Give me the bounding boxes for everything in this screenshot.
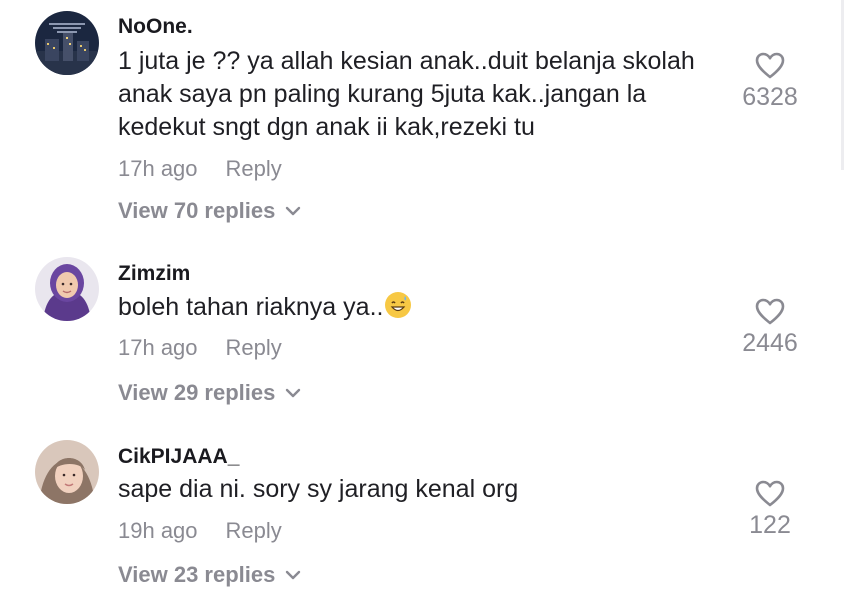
view-replies-button[interactable]: View 70 replies bbox=[118, 198, 301, 224]
selfie-woman-avatar-icon bbox=[35, 440, 99, 504]
comment-text-content: boleh tahan riaknya ya.. bbox=[118, 293, 384, 321]
comment-meta: 17h ago Reply bbox=[118, 335, 282, 361]
like-count: 122 bbox=[749, 511, 791, 539]
view-replies-label: View 70 replies bbox=[118, 198, 276, 223]
timestamp: 17h ago bbox=[118, 156, 198, 181]
chevron-down-icon bbox=[286, 388, 301, 398]
like-count: 6328 bbox=[742, 83, 798, 111]
chevron-down-icon bbox=[286, 570, 301, 580]
username[interactable]: NoOne. bbox=[118, 15, 193, 39]
comment-text: boleh tahan riaknya ya.. bbox=[118, 291, 723, 324]
timestamp: 17h ago bbox=[118, 335, 198, 360]
city-skyline-avatar-icon bbox=[35, 11, 99, 75]
view-replies-label: View 29 replies bbox=[118, 380, 276, 405]
reply-button[interactable]: Reply bbox=[226, 335, 282, 360]
comment-text: 1 juta je ?? ya allah kesian anak..duit … bbox=[118, 47, 695, 141]
avatar[interactable] bbox=[35, 257, 99, 321]
like-button[interactable]: 6328 bbox=[730, 52, 810, 112]
timestamp: 19h ago bbox=[118, 518, 198, 543]
grinning-sweat-emoji-icon bbox=[385, 292, 412, 318]
reply-button[interactable]: Reply bbox=[226, 156, 282, 181]
username[interactable]: Zimzim bbox=[118, 262, 190, 286]
like-button[interactable]: 122 bbox=[730, 480, 810, 540]
comment-text: sape dia ni. sory sy jarang kenal org bbox=[118, 475, 519, 503]
chevron-down-icon bbox=[286, 206, 301, 216]
heart-icon bbox=[755, 480, 785, 507]
reply-button[interactable]: Reply bbox=[226, 518, 282, 543]
heart-icon bbox=[755, 298, 785, 325]
comment-meta: 19h ago Reply bbox=[118, 518, 282, 544]
avatar[interactable] bbox=[35, 440, 99, 504]
username[interactable]: CikPIJAAA_ bbox=[118, 445, 239, 469]
view-replies-label: View 23 replies bbox=[118, 562, 276, 587]
comment-meta: 17h ago Reply bbox=[118, 156, 282, 182]
avatar[interactable] bbox=[35, 11, 99, 75]
like-button[interactable]: 2446 bbox=[730, 298, 810, 358]
view-replies-button[interactable]: View 23 replies bbox=[118, 562, 301, 588]
hijab-woman-avatar-icon bbox=[35, 257, 99, 321]
view-replies-button[interactable]: View 29 replies bbox=[118, 380, 301, 406]
heart-icon bbox=[755, 52, 785, 79]
like-count: 2446 bbox=[742, 329, 798, 357]
